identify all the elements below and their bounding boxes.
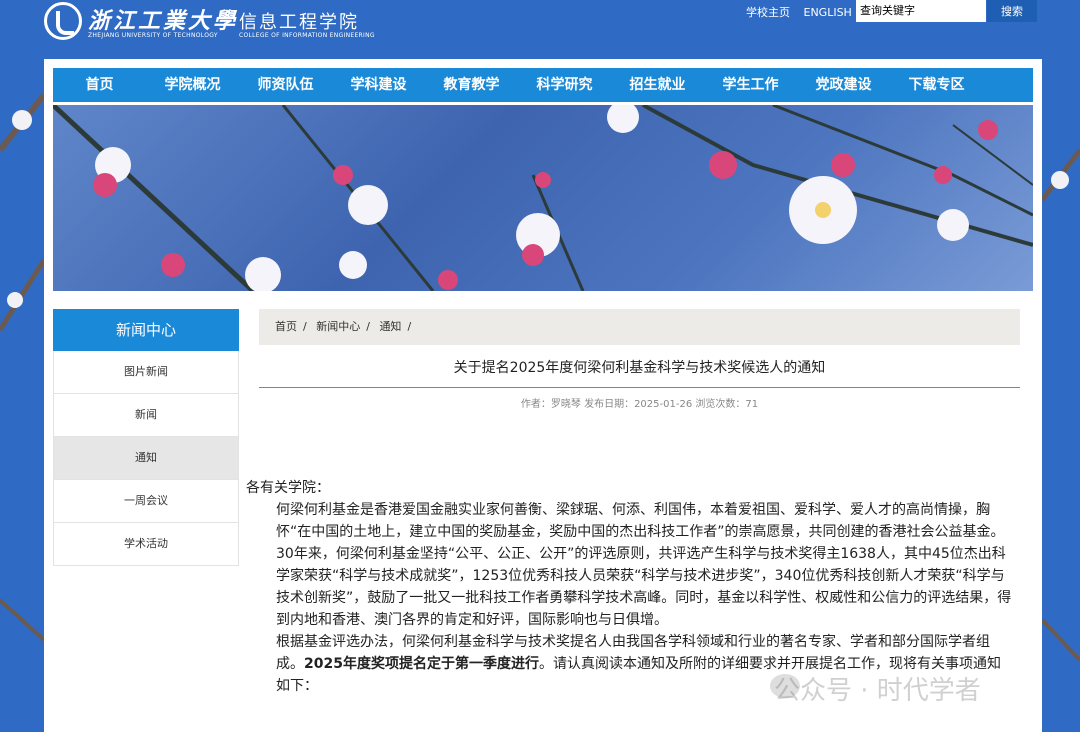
main-nav: 首页 学院概况 师资队伍 学科建设 教育教学 科学研究 招生就业 学生工作 党政… (53, 68, 1033, 102)
nav-item-overview[interactable]: 学院概况 (146, 68, 239, 102)
main-panel: 首页 学院概况 师资队伍 学科建设 教育教学 科学研究 招生就业 学生工作 党政… (44, 59, 1042, 732)
sidebar-item-news[interactable]: 新闻 (53, 394, 239, 437)
sidebar: 新闻中心 图片新闻 新闻 通知 一周会议 学术活动 (53, 309, 239, 566)
nav-item-party[interactable]: 党政建设 (797, 68, 890, 102)
english-link[interactable]: ENGLISH (804, 6, 852, 19)
sidebar-item-weekly-meetings[interactable]: 一周会议 (53, 480, 239, 523)
university-logo[interactable]: 浙江工業大學 信息工程学院 ZHEJIANG UNIVERSITY OF TEC… (44, 2, 375, 44)
logo-university-english: ZHEJIANG UNIVERSITY OF TECHNOLOGY (88, 32, 218, 39)
logo-college-english: COLLEGE OF INFORMATION ENGINEERING (239, 32, 375, 39)
logo-emblem-icon (44, 2, 82, 40)
article-title: 关于提名2025年度何梁何利基金科学与技术奖候选人的通知 (453, 360, 826, 376)
breadcrumb-news-center[interactable]: 新闻中心 (316, 320, 360, 333)
nav-item-research[interactable]: 科学研究 (518, 68, 611, 102)
nav-item-education[interactable]: 教育教学 (425, 68, 518, 102)
logo-university-name: 浙江工業大學 (88, 8, 239, 34)
article-body: 各有关学院： 何梁何利基金是香港爱国金融实业家何善衡、梁銶琚、何添、利国伟，本着… (246, 477, 1014, 697)
top-links: 学校主页 ENGLISH (746, 4, 862, 20)
sidebar-item-photo-news[interactable]: 图片新闻 (53, 351, 239, 394)
watermark: 公众号 · 时代学者 (774, 676, 981, 706)
breadcrumb-notices[interactable]: 通知 (379, 320, 401, 333)
nav-item-downloads[interactable]: 下载专区 (890, 68, 983, 102)
article-salutation: 各有关学院： (246, 480, 330, 496)
plum-blossom-illustration (53, 105, 1033, 291)
paragraph-bold-text: 2025年度奖项提名定于第一季度进行 (304, 656, 539, 672)
search-input[interactable] (856, 0, 986, 22)
nav-item-home[interactable]: 首页 (53, 68, 146, 102)
logo-college-name: 信息工程学院 (239, 12, 359, 33)
sidebar-heading: 新闻中心 (53, 309, 239, 351)
banner-image (53, 105, 1033, 291)
nav-item-faculty[interactable]: 师资队伍 (239, 68, 332, 102)
nav-item-discipline[interactable]: 学科建设 (332, 68, 425, 102)
site-header: 浙江工業大學 信息工程学院 ZHEJIANG UNIVERSITY OF TEC… (0, 0, 1080, 58)
sidebar-item-academic-events[interactable]: 学术活动 (53, 523, 239, 566)
search-button[interactable]: 搜索 (987, 0, 1037, 22)
breadcrumb-home[interactable]: 首页 (275, 320, 297, 333)
sidebar-item-notices[interactable]: 通知 (53, 437, 239, 480)
nav-item-admissions[interactable]: 招生就业 (611, 68, 704, 102)
article-meta: 作者：罗晓琴 发布日期：2025-01-26 浏览次数：71 (520, 399, 759, 410)
school-home-link[interactable]: 学校主页 (746, 6, 790, 19)
article-paragraph: 何梁何利基金是香港爱国金融实业家何善衡、梁銶琚、何添、利国伟，本着爱祖国、爱科学… (276, 502, 1012, 628)
breadcrumb: 首页 / 新闻中心 / 通知 / (259, 309, 1020, 345)
title-divider (259, 387, 1020, 388)
nav-item-students[interactable]: 学生工作 (704, 68, 797, 102)
